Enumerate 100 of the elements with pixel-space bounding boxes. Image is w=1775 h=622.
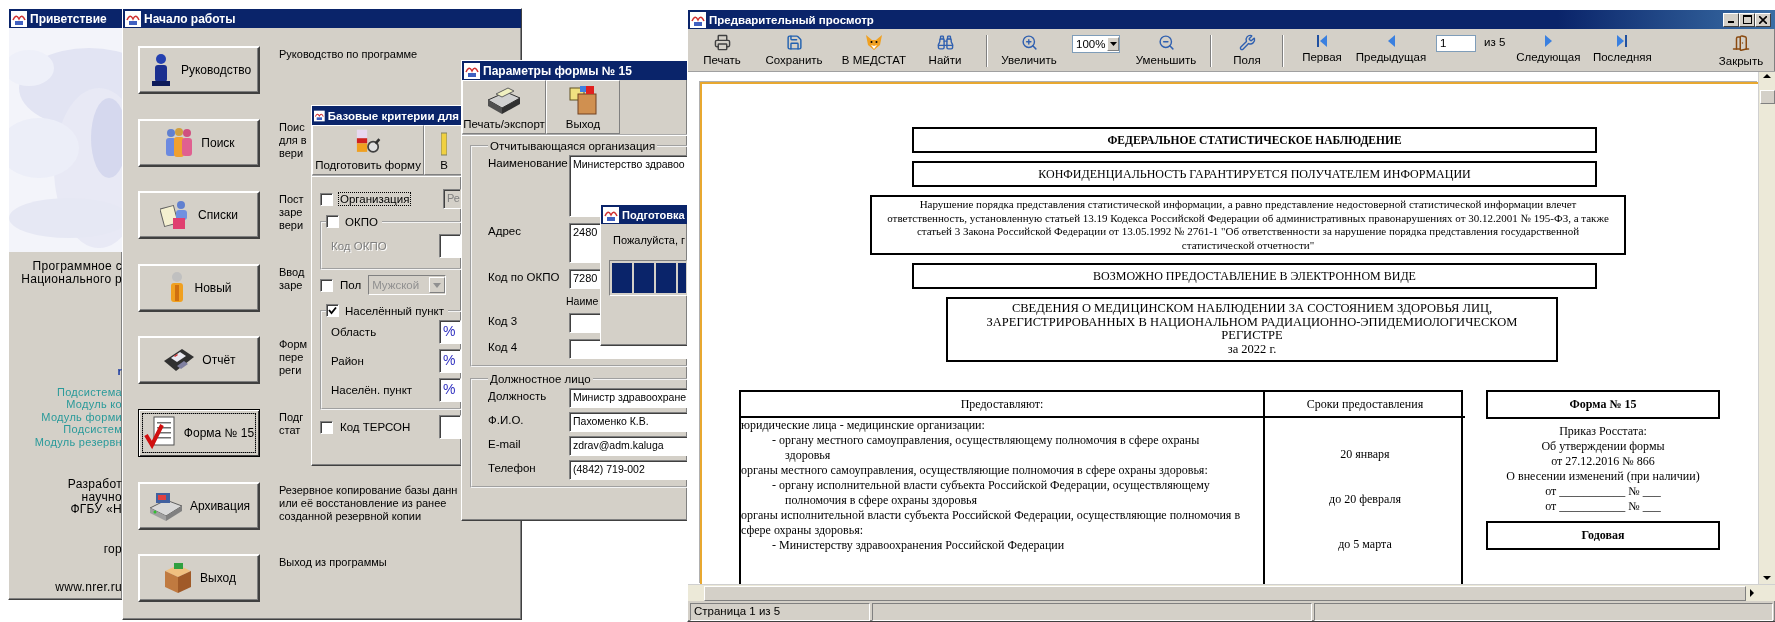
table-cell-text: - Министерству здравоохранения Российской Федерации (771, 538, 1066, 553)
field-label: Код по ОКПО (488, 270, 561, 283)
description-text: Форм (279, 338, 308, 352)
okpo-field[interactable] (439, 234, 461, 258)
input-field[interactable]: zdrav@adm.kaluga (569, 436, 687, 456)
toolbar-button[interactable]: Найти (912, 31, 978, 71)
table-cell-text: - органу местного самоуправления, осуществляющему полномочия в сфере охраны здоровья (771, 433, 1201, 463)
toolbar-button[interactable]: Уменьшить (1130, 31, 1202, 71)
module-name: Модуль ко (66, 398, 122, 411)
toolbar-button[interactable]: Печать (692, 31, 752, 71)
binoculars-icon (936, 34, 954, 51)
group-title: Отчитывающаяся организация (489, 140, 657, 152)
order-line: Об утверждении формы (1541, 439, 1665, 454)
input-field[interactable]: (4842) 719-002 (569, 460, 687, 480)
text-area[interactable]: 2480 (569, 223, 602, 263)
page-count: из 5 (1484, 35, 1506, 48)
description-text: пере (279, 351, 305, 365)
toolbar-button[interactable]: В (424, 125, 461, 175)
terson-field[interactable] (439, 415, 461, 439)
welcome-text: научно (81, 490, 122, 503)
report-title-line: ЗАРЕГИСТРИРОВАННЫХ В НАЦИОНАЛЬНОМ РАДИАЦИОННО-ЭПИДЕМИОЛОГИЧЕСКОМ (986, 315, 1518, 329)
toolbar-button[interactable]: Подготовить форму (312, 125, 424, 175)
welcome-text: Национального р (21, 272, 122, 285)
input-field[interactable]: 7280 (569, 269, 602, 289)
checkbox-label: Населённый пункт (344, 304, 445, 317)
input-field[interactable]: Пахоменко К.В. (569, 412, 687, 432)
menu-button[interactable]: Отчёт (138, 336, 260, 385)
window-title: Параметры формы № 15 (483, 63, 632, 78)
app-icon (464, 62, 480, 79)
close-icon (1759, 15, 1767, 24)
module-name: Модуль резервн (34, 435, 122, 448)
zoom-dropdown[interactable]: 100% (1072, 35, 1120, 53)
description-text: или её восстановление из ранее (279, 496, 448, 510)
zoom-out-icon (1157, 34, 1175, 51)
first-page-icon (1316, 34, 1328, 48)
checkbox[interactable] (320, 192, 333, 206)
field-label: Район (330, 354, 365, 367)
toolbar-button[interactable]: Следующая (1511, 31, 1586, 71)
description-text: Руководство по программе (279, 48, 418, 61)
text-field[interactable]: % (439, 319, 461, 344)
table-cell-text: юридические лица - медицинские организации: (741, 418, 986, 433)
menu-button[interactable]: Форма № 15 (138, 408, 260, 457)
close-preview-button[interactable]: Закрыть (1711, 31, 1771, 71)
boxes-icon (566, 84, 600, 116)
table-cell: 20 января (1340, 447, 1390, 463)
toolbar-button[interactable]: Печать/экспорт (462, 80, 546, 134)
description-text: стат (279, 423, 302, 437)
toolbar-button[interactable]: Сохранить (752, 31, 836, 71)
link-text[interactable]: r (117, 365, 122, 378)
dropdown-arrow-icon (433, 282, 442, 288)
module-name: Модуль форми (41, 410, 122, 423)
toolbar-button[interactable]: Поля (1220, 31, 1274, 71)
description-text: вери (279, 146, 305, 160)
checkbox-label: ОКПО (344, 215, 379, 228)
toolbar-button[interactable]: В МЕДСТАТ (836, 31, 912, 71)
input-field[interactable]: Министр здравоохране (569, 388, 687, 408)
minimize-icon (1728, 21, 1734, 23)
maximize-button[interactable] (1739, 12, 1755, 27)
menu-button[interactable]: Новый (138, 263, 260, 312)
order-line: О внесении изменений (при наличии) (1506, 469, 1700, 484)
page-number-field[interactable]: 1 (1436, 35, 1476, 52)
welcome-text: ФГБУ «Н (70, 503, 122, 516)
menu-button[interactable]: Архивация (138, 481, 260, 530)
field-label: Наименование (488, 156, 569, 169)
scroll-thumb[interactable] (1759, 90, 1775, 104)
checked-document-icon (143, 414, 178, 451)
description-text: заре (279, 278, 304, 292)
menu-button[interactable]: Поиск (138, 118, 260, 167)
toolbar-button[interactable]: Выход (546, 80, 620, 134)
input-field[interactable] (569, 313, 602, 333)
toolbar-button[interactable]: Последняя (1585, 31, 1660, 71)
checkbox[interactable] (326, 215, 339, 228)
description-text: Выход из программы (279, 556, 387, 570)
table-cell-text: органы исполнительной власти субъекта Российской Федерации, осуществляющие полномочия в сфере охраны здоровья: (741, 508, 1242, 538)
form-number-box: Форма № 15 (1486, 390, 1720, 419)
minimize-button[interactable] (1723, 12, 1739, 27)
text-field[interactable]: % (439, 348, 461, 373)
column-header: Сроки предоставления (1265, 392, 1465, 418)
toolbar-button[interactable]: Первая (1292, 31, 1352, 71)
report-title-line: СВЕДЕНИЯ О МЕДИЦИНСКОМ НАБЛЮДЕНИИ ЗА СОСТОЯНИЕМ ЗДОРОВЬЯ ЛИЦ, (1011, 302, 1493, 316)
menu-button[interactable]: Списки (138, 191, 260, 240)
checkbox[interactable] (320, 420, 333, 434)
vertical-scrollbar[interactable] (1758, 72, 1775, 584)
text-field[interactable]: % (439, 377, 461, 402)
welcome-text: Программное с (32, 260, 122, 273)
maximize-icon (1742, 15, 1752, 24)
menu-button[interactable]: Выход (138, 554, 260, 603)
field-label: Наиме (566, 295, 600, 307)
menu-button[interactable]: Руководство (138, 46, 260, 94)
field-label: Телефон (488, 461, 537, 474)
toolbar-button[interactable]: Увеличить (996, 31, 1062, 71)
toolbar-button[interactable]: Предыдущая (1352, 31, 1430, 71)
description-text: заре (279, 206, 304, 220)
checkbox[interactable] (320, 278, 333, 292)
close-button[interactable] (1755, 12, 1771, 27)
field-label: Код ОКПО (330, 240, 388, 252)
checkbox[interactable] (326, 304, 339, 317)
module-name: Подсистема (56, 385, 122, 398)
field-label: Код 4 (488, 340, 519, 353)
column-header: Предоставляют: (741, 392, 1265, 418)
